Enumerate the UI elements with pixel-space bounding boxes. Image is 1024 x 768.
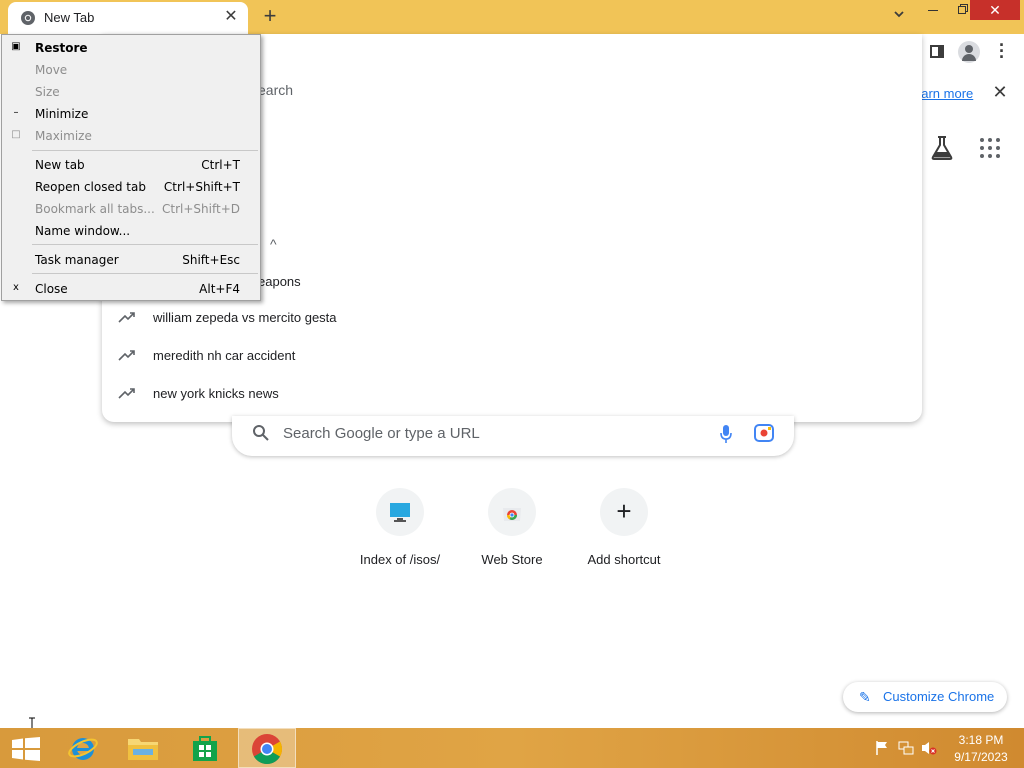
clock-time[interactable]: 3:18 PM xyxy=(946,733,1016,747)
suggestion-header-text: earch xyxy=(258,82,294,98)
pencil-icon: ✎ xyxy=(859,689,871,705)
infobar-close-icon[interactable]: ✕ xyxy=(990,82,1010,102)
menu-item-label: Size xyxy=(35,85,60,99)
new-tab-button[interactable]: + xyxy=(258,5,282,29)
menu-item-label: New tab xyxy=(35,158,85,172)
menu-item-shortcut: Ctrl+T xyxy=(201,158,240,172)
menu-separator xyxy=(32,244,258,245)
menu-item-task-manager[interactable]: Task manager Shift+Esc xyxy=(2,249,260,271)
menu-item-label: Reopen closed tab xyxy=(35,180,146,194)
window-system-menu: ▣ Restore Move Size – Minimize □ Maximiz… xyxy=(1,34,261,301)
trending-icon xyxy=(118,312,135,323)
close-icon: x xyxy=(13,282,19,293)
trending-icon xyxy=(118,350,135,361)
taskbar-internet-explorer[interactable] xyxy=(54,728,112,768)
tab-title: New Tab xyxy=(44,10,95,25)
maximize-icon: □ xyxy=(11,129,21,140)
shortcut-tile: + xyxy=(600,488,648,536)
google-apps-grid-icon[interactable] xyxy=(980,138,1000,158)
menu-item-move[interactable]: Move xyxy=(2,59,260,81)
title-bar: New Tab ✕ + ✕ xyxy=(0,0,1024,34)
volume-muted-icon[interactable] xyxy=(921,740,937,756)
search-icon xyxy=(253,425,269,441)
chrome-menu-kebab-icon[interactable]: · · · xyxy=(994,36,1010,66)
profile-avatar[interactable] xyxy=(958,41,980,63)
shortcut-tile xyxy=(488,488,536,536)
menu-item-bookmark-all-tabs[interactable]: Bookmark all tabs... Ctrl+Shift+D xyxy=(2,198,260,220)
menu-separator xyxy=(32,150,258,151)
menu-item-shortcut: Ctrl+Shift+D xyxy=(162,202,240,216)
customize-chrome-button[interactable]: ✎ Customize Chrome xyxy=(843,682,1007,712)
menu-item-name-window[interactable]: Name window... xyxy=(2,220,260,242)
windows-start-icon[interactable] xyxy=(12,737,40,761)
menu-item-maximize[interactable]: □ Maximize xyxy=(2,125,260,147)
suggestion-text: meredith nh car accident xyxy=(153,348,296,363)
shortcut-web-store[interactable]: Web Store xyxy=(456,488,568,578)
restore-icon: ▣ xyxy=(11,41,21,52)
menu-item-label: Bookmark all tabs... xyxy=(35,202,155,216)
side-panel-icon[interactable] xyxy=(928,43,946,61)
suggestion-item[interactable]: william zepeda vs mercito gesta xyxy=(102,300,922,338)
trending-icon xyxy=(118,388,135,399)
shortcut-index-of-isos[interactable]: Index of /isos/ xyxy=(344,488,456,578)
menu-separator xyxy=(32,273,258,274)
menu-item-label: Close xyxy=(35,282,68,296)
minimize-window-button[interactable] xyxy=(918,0,948,20)
menu-item-shortcut: Shift+Esc xyxy=(182,253,240,267)
customize-chrome-label: Customize Chrome xyxy=(883,689,995,704)
clock-date[interactable]: 9/17/2023 xyxy=(946,750,1016,764)
add-shortcut-button[interactable]: + Add shortcut xyxy=(568,488,680,578)
menu-item-shortcut: Alt+F4 xyxy=(199,282,240,296)
suggestion-item[interactable]: meredith nh car accident xyxy=(102,338,922,376)
internet-explorer-icon xyxy=(68,738,98,760)
tab-search-chevron-icon[interactable] xyxy=(888,7,910,27)
suggestion-text: william zepeda vs mercito gesta xyxy=(153,310,337,325)
monitor-icon xyxy=(390,503,410,522)
menu-item-restore[interactable]: ▣ Restore xyxy=(2,37,260,59)
menu-item-label: Move xyxy=(35,63,68,77)
chrome-icon xyxy=(252,734,283,765)
menu-item-shortcut: Ctrl+Shift+T xyxy=(163,180,240,194)
store-icon xyxy=(193,736,217,761)
taskbar-store[interactable] xyxy=(176,728,234,768)
menu-item-label: Minimize xyxy=(35,107,89,121)
collapse-caret-icon[interactable]: ^ xyxy=(270,236,277,252)
shortcut-label: Web Store xyxy=(481,552,543,567)
shortcut-label: Index of /isos/ xyxy=(359,552,441,567)
folder-icon xyxy=(128,739,158,760)
suggestion-item[interactable]: new york knicks news xyxy=(102,376,922,414)
menu-item-new-tab[interactable]: New tab Ctrl+T xyxy=(2,154,260,176)
suggestion-item-partial[interactable]: eapons xyxy=(258,274,301,289)
menu-item-label: Task manager xyxy=(35,253,119,267)
google-lens-icon[interactable] xyxy=(754,424,774,442)
shortcut-tile xyxy=(376,488,424,536)
action-center-flag-icon[interactable] xyxy=(874,740,890,756)
tab-new-tab[interactable]: New Tab ✕ xyxy=(8,2,248,34)
menu-item-size[interactable]: Size xyxy=(2,81,260,103)
search-input[interactable]: Search Google or type a URL xyxy=(283,425,480,442)
network-icon[interactable] xyxy=(898,740,914,756)
tab-close-icon[interactable]: ✕ xyxy=(222,8,240,26)
menu-item-close[interactable]: x Close Alt+F4 xyxy=(2,278,260,300)
minimize-icon: – xyxy=(13,107,19,118)
chrome-labs-icon[interactable] xyxy=(930,135,954,161)
menu-item-label: Name window... xyxy=(35,224,131,238)
chevron-down-icon xyxy=(894,11,904,18)
suggestion-text: new york knicks news xyxy=(153,386,279,401)
taskbar-chrome[interactable] xyxy=(238,728,296,768)
menu-item-label: Maximize xyxy=(35,129,92,143)
menu-item-label: Restore xyxy=(35,41,88,55)
menu-item-reopen-closed-tab[interactable]: Reopen closed tab Ctrl+Shift+T xyxy=(2,176,260,198)
taskbar: 3:18 PM 9/17/2023 xyxy=(0,728,1024,768)
microphone-icon[interactable] xyxy=(719,424,733,444)
plus-icon: + xyxy=(616,496,632,526)
menu-item-minimize[interactable]: – Minimize xyxy=(2,103,260,125)
chrome-icon xyxy=(21,11,35,25)
learn-more-link[interactable]: earn more xyxy=(914,86,973,101)
webstore-icon xyxy=(503,508,521,521)
shortcut-label: Add shortcut xyxy=(587,552,661,567)
close-window-button[interactable]: ✕ xyxy=(970,0,1020,20)
taskbar-file-explorer[interactable] xyxy=(114,728,172,768)
